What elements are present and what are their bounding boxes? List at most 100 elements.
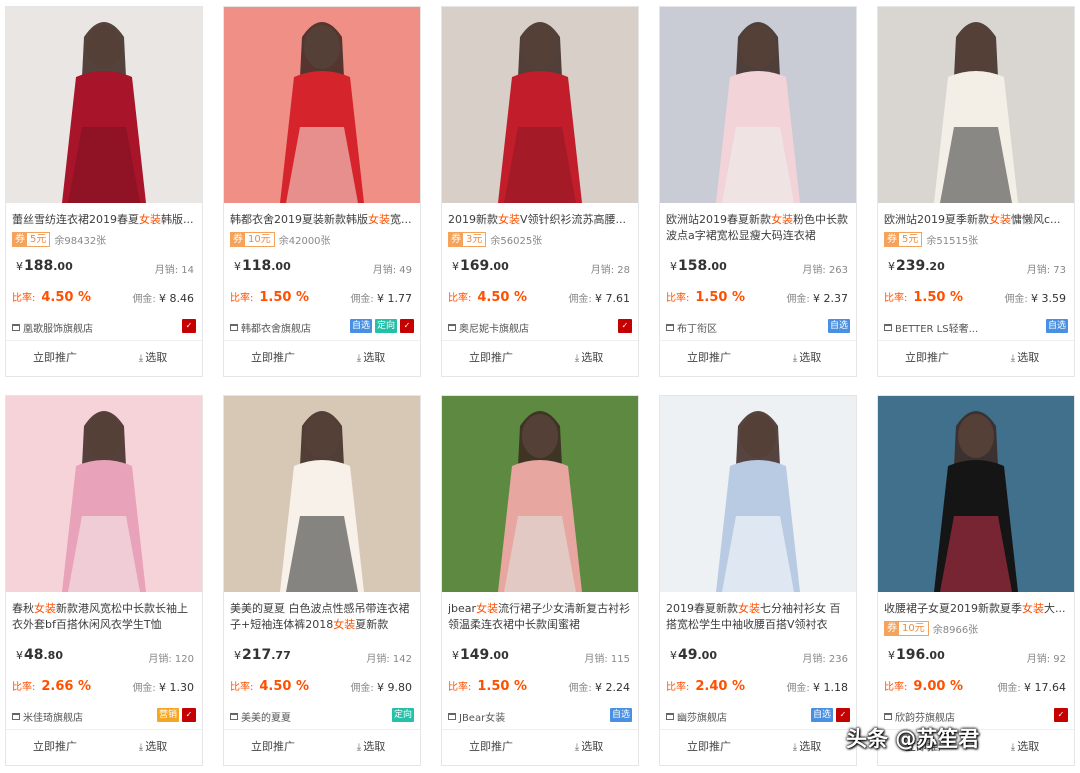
card-actions: 立即推广 选取 — [442, 349, 638, 367]
select-button[interactable]: 选取 — [104, 738, 202, 756]
shop-icon — [230, 324, 238, 331]
product-title[interactable]: 春秋女装新款港风宽松中长款长袖上衣外套bf百搭休闲风衣学生T恤 — [12, 601, 196, 633]
product-card[interactable]: 美美的夏夏 白色波点性感吊带连衣裙子+短袖连体裤2018女装夏新款 ¥217.7… — [223, 395, 421, 766]
product-title[interactable]: 蕾丝雪纺连衣裙2019春夏女装韩版... — [12, 212, 196, 228]
shop-name[interactable]: 韩都衣舍旗舰店 — [230, 320, 311, 335]
badge-group: ✓ — [618, 319, 632, 333]
select-button[interactable]: 选取 — [758, 349, 856, 367]
price: ¥217.77 — [234, 647, 291, 663]
product-card[interactable]: 2019春夏新款女装七分袖衬衫女 百搭宽松学生中袖收腰百搭V领衬衣 ¥49.00… — [659, 395, 857, 766]
divider — [660, 340, 856, 341]
coupon-label: 券 — [885, 622, 899, 635]
badge-group: ✓ — [182, 319, 196, 333]
select-button[interactable]: 选取 — [976, 738, 1074, 756]
price: ¥118.00 — [234, 258, 291, 274]
coupon-tag: 券 5元 — [884, 232, 923, 247]
card-actions: 立即推广 选取 — [6, 738, 202, 756]
coupon-remaining: 余51515张 — [926, 236, 979, 247]
divider — [442, 340, 638, 341]
commission: 佣金: ¥ 17.64 — [997, 681, 1066, 694]
product-card[interactable]: 收腰裙子女夏2019新款夏季女装大... 券 10元 余8966张 ¥196.0… — [877, 395, 1075, 766]
shop-name[interactable]: 布丁衔区 — [666, 320, 717, 335]
divider — [442, 729, 638, 730]
commission: 佣金: ¥ 3.59 — [1004, 292, 1066, 305]
promote-button[interactable]: 立即推广 — [224, 349, 322, 367]
product-title[interactable]: jbear女装流行裙子少女清新复古衬衫领温柔连衣裙中长款闺蜜裙 — [448, 601, 632, 633]
product-image[interactable] — [660, 7, 856, 203]
select-button[interactable]: 选取 — [322, 349, 420, 367]
product-card[interactable]: 蕾丝雪纺连衣裙2019春夏女装韩版... 券 5元 余98432张 ¥188.0… — [5, 6, 203, 377]
commission-rate: 比率: 4.50 % — [230, 679, 310, 694]
product-image[interactable] — [878, 7, 1074, 203]
select-button[interactable]: 选取 — [758, 738, 856, 756]
product-card[interactable]: 欧洲站2019夏季新款女装慵懒风c... 券 5元 余51515张 ¥239.2… — [877, 6, 1075, 377]
product-title[interactable]: 美美的夏夏 白色波点性感吊带连衣裙子+短袖连体裤2018女装夏新款 — [230, 601, 414, 633]
product-image[interactable] — [6, 7, 202, 203]
product-title[interactable]: 韩都衣舍2019夏装新款韩版女装宽... — [230, 212, 414, 228]
coupon-value: 5元 — [902, 234, 919, 245]
divider — [6, 340, 202, 341]
product-image[interactable] — [224, 396, 420, 592]
product-image[interactable] — [442, 396, 638, 592]
coupon-tag: 券 3元 — [448, 232, 487, 247]
product-title[interactable]: 2019新款女装V领针织衫流苏高腰... — [448, 212, 632, 228]
commission: 佣金: ¥ 2.24 — [568, 681, 630, 694]
tmall-icon: ✓ — [182, 708, 196, 722]
select-button[interactable]: 选取 — [322, 738, 420, 756]
price: ¥188.00 — [16, 258, 73, 274]
promote-button[interactable]: 立即推广 — [878, 349, 976, 367]
badge-group: ✓ — [1054, 708, 1068, 722]
product-title[interactable]: 2019春夏新款女装七分袖衬衫女 百搭宽松学生中袖收腰百搭V领衬衣 — [666, 601, 850, 633]
badge-group: 自选 ✓ — [810, 708, 850, 722]
promote-button[interactable]: 立即推广 — [660, 738, 758, 756]
shop-name[interactable]: 米佳琦旗舰店 — [12, 709, 83, 724]
shop-name[interactable]: 幽莎旗舰店 — [666, 709, 727, 724]
product-title[interactable]: 收腰裙子女夏2019新款夏季女装大... — [884, 601, 1068, 617]
coupon-remaining: 余56025张 — [490, 236, 543, 247]
promote-button[interactable]: 立即推广 — [442, 349, 540, 367]
shop-name[interactable]: 欣韵芬旗舰店 — [884, 709, 955, 724]
product-image[interactable] — [878, 396, 1074, 592]
product-card[interactable]: jbear女装流行裙子少女清新复古衬衫领温柔连衣裙中长款闺蜜裙 ¥149.00 … — [441, 395, 639, 766]
select-button[interactable]: 选取 — [976, 349, 1074, 367]
product-title[interactable]: 欧洲站2019夏季新款女装慵懒风c... — [884, 212, 1068, 228]
shop-name[interactable]: 奥尼妮卡旗舰店 — [448, 320, 529, 335]
promote-button[interactable]: 立即推广 — [224, 738, 322, 756]
shop-name[interactable]: BETTER LS轻奢... — [884, 320, 978, 335]
product-image[interactable] — [442, 7, 638, 203]
promote-button[interactable]: 立即推广 — [442, 738, 540, 756]
select-button[interactable]: 选取 — [540, 738, 638, 756]
product-image[interactable] — [660, 396, 856, 592]
coupon-remaining: 余98432张 — [54, 236, 107, 247]
commission-rate: 比率: 4.50 % — [448, 290, 528, 305]
product-title[interactable]: 欧洲站2019春夏新款女装粉色中长款 波点a字裙宽松显瘦大码连衣裙 — [666, 212, 850, 244]
shop-name[interactable]: 凰歌服饰旗舰店 — [12, 320, 93, 335]
badge-group: 自选 定向 ✓ — [349, 319, 414, 333]
select-button[interactable]: 选取 — [104, 349, 202, 367]
badge: 自选 — [827, 319, 850, 333]
title-keyword: 女装 — [738, 602, 760, 615]
product-card[interactable]: 2019新款女装V领针织衫流苏高腰... 券 3元 余56025张 ¥169.0… — [441, 6, 639, 377]
product-card[interactable]: 欧洲站2019春夏新款女装粉色中长款 波点a字裙宽松显瘦大码连衣裙 ¥158.0… — [659, 6, 857, 377]
badge-group: 自选 — [1045, 319, 1068, 333]
commission: 佣金: ¥ 1.18 — [786, 681, 848, 694]
product-card[interactable]: 韩都衣舍2019夏装新款韩版女装宽... 券 10元 余42000张 ¥118.… — [223, 6, 421, 377]
product-image[interactable] — [6, 396, 202, 592]
coupon-label: 券 — [13, 233, 27, 246]
promote-button[interactable]: 立即推广 — [6, 349, 104, 367]
promote-button[interactable]: 立即推广 — [660, 349, 758, 367]
price: ¥149.00 — [452, 647, 509, 663]
shop-name[interactable]: 美美的夏夏 — [230, 709, 291, 724]
shop-name[interactable]: JBear女装 — [448, 709, 505, 724]
promote-button[interactable]: 立即推广 — [6, 738, 104, 756]
monthly-sales: 月销: 14 — [154, 265, 194, 276]
select-button[interactable]: 选取 — [540, 349, 638, 367]
shop-icon — [448, 713, 456, 720]
title-keyword: 女装 — [771, 213, 793, 226]
coupon-remaining: 余42000张 — [278, 236, 331, 247]
product-image[interactable] — [224, 7, 420, 203]
tmall-icon: ✓ — [400, 319, 414, 333]
coupon: 券 10元 余42000张 — [230, 232, 331, 247]
commission-rate: 比率: 4.50 % — [12, 290, 92, 305]
product-card[interactable]: 春秋女装新款港风宽松中长款长袖上衣外套bf百搭休闲风衣学生T恤 ¥48.80 月… — [5, 395, 203, 766]
